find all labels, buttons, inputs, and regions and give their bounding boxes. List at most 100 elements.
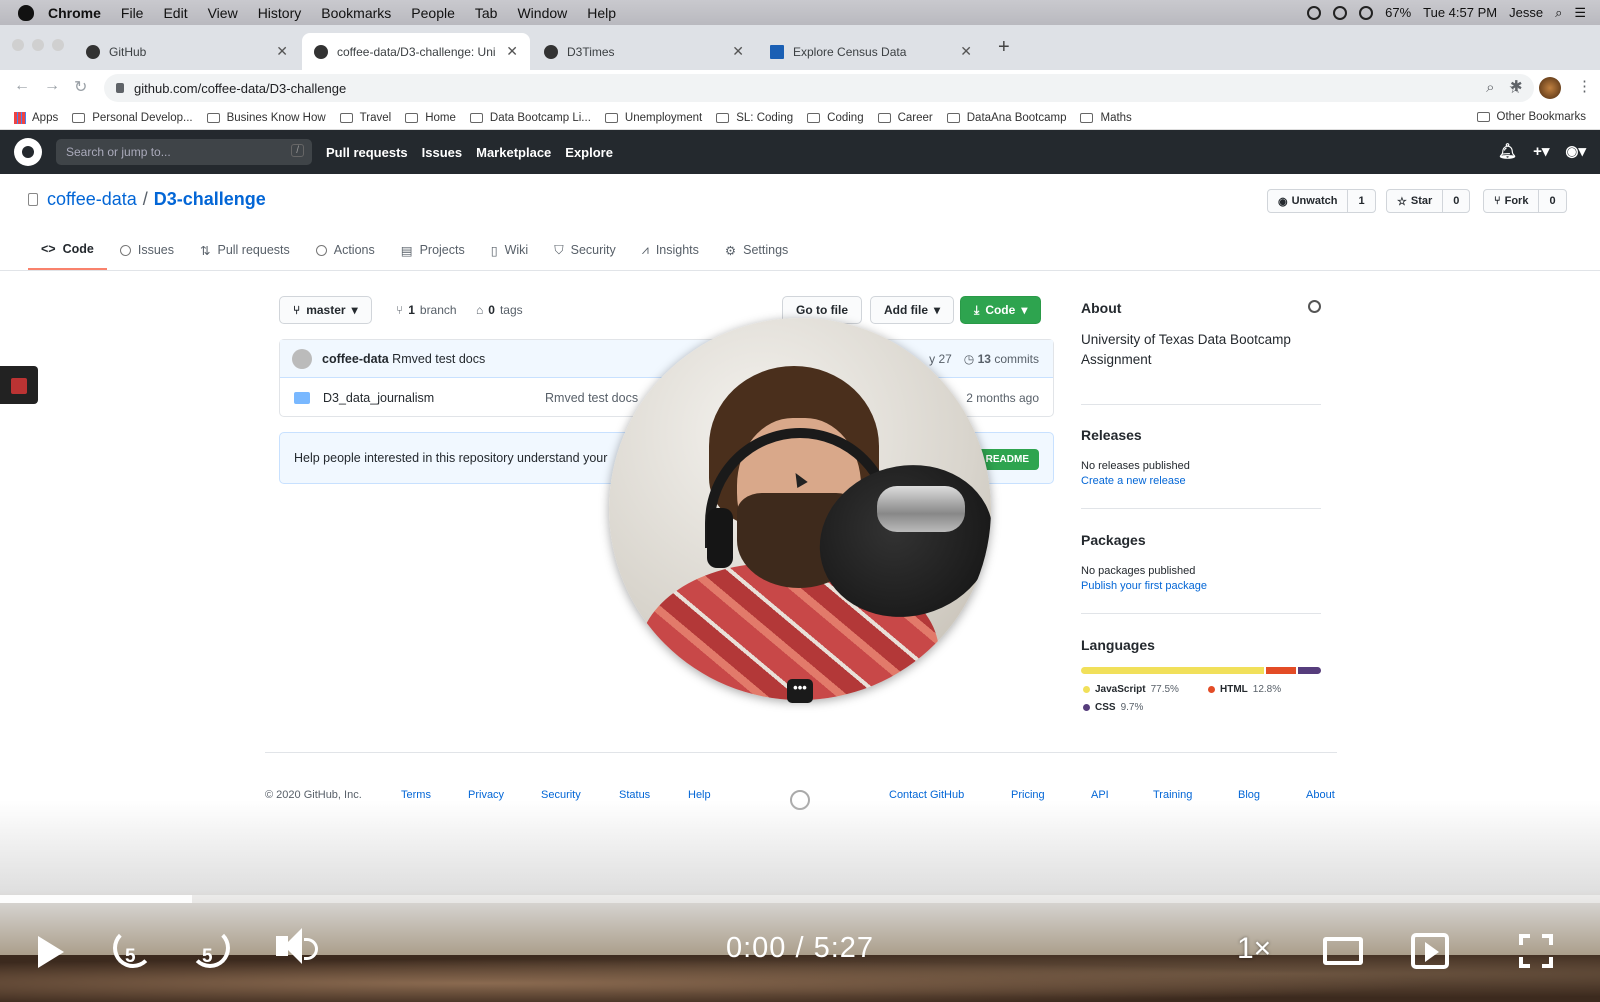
fork-count[interactable]: 0 [1539,195,1565,207]
extensions-icon[interactable]: ✱ [1510,77,1523,95]
menu-history[interactable]: History [258,5,302,21]
create-release-link[interactable]: Create a new release [1081,475,1186,487]
tab-close-icon[interactable]: ✕ [506,43,518,60]
menu-file[interactable]: File [121,5,144,21]
chrome-menu-icon[interactable]: ⋮ [1577,77,1592,95]
tab-pull-requests[interactable]: ⇅ Pull requests [187,230,303,270]
bookmark-folder[interactable]: Coding [807,112,864,124]
commit-author[interactable]: coffee-data [322,352,389,366]
spotlight-icon[interactable]: ⌕ [1555,5,1562,21]
other-bookmarks[interactable]: Other Bookmarks [1476,111,1586,123]
tab-close-icon[interactable]: ✕ [960,43,972,60]
forward-icon[interactable]: → [44,77,60,95]
menu-clock[interactable]: Tue 4:57 PM [1423,5,1497,20]
menu-help[interactable]: Help [587,5,616,21]
window-zoom-button[interactable] [52,39,64,51]
battery-percent[interactable]: 67% [1385,5,1411,20]
commits-label[interactable]: commits [994,352,1039,366]
menu-edit[interactable]: Edit [163,5,187,21]
tab-close-icon[interactable]: ✕ [276,43,288,60]
commits-count[interactable]: 13 [978,352,991,366]
recording-stop-button[interactable] [0,366,38,404]
file-name-link[interactable]: D3_data_journalism [323,391,434,405]
video-progress-bar[interactable] [0,895,1600,903]
branches-link[interactable]: ⑂ 1 branch [396,303,457,317]
bookmark-folder[interactable]: SL: Coding [716,112,793,124]
watch-count[interactable]: 1 [1348,195,1374,207]
bookmark-folder[interactable]: DataAna Bootcamp [946,112,1066,124]
github-search-input[interactable]: Search or jump to... / [56,139,312,165]
lock-icon[interactable] [116,83,124,93]
bookmark-folder[interactable]: Unemployment [604,112,702,124]
tab-projects[interactable]: ▤ Projects [388,230,478,270]
releases-heading[interactable]: Releases [1081,427,1142,443]
bookmark-apps[interactable]: Apps [14,111,58,124]
user-avatar-dropdown[interactable]: ◉▾ [1565,142,1586,160]
playlist-icon[interactable] [1411,933,1449,969]
zoom-icon[interactable]: ⌕ [1486,79,1494,97]
new-tab-button[interactable]: + [998,36,1010,59]
code-download-button[interactable]: ⤓ Code ▾ [960,296,1042,324]
notification-center-icon[interactable]: ☰ [1574,5,1586,21]
publish-package-link[interactable]: Publish your first package [1081,580,1207,592]
fullscreen-icon[interactable] [1519,934,1553,968]
file-commit-message[interactable]: Rmved test docs [545,391,638,405]
menu-bookmarks[interactable]: Bookmarks [321,5,391,21]
tab-actions[interactable]: Actions [303,230,388,270]
nav-explore[interactable]: Explore [565,145,613,160]
tags-link[interactable]: ⌂ 0 tags [476,303,523,317]
bookmark-folder[interactable]: Data Bootcamp Li... [469,112,591,124]
nav-marketplace[interactable]: Marketplace [476,145,551,160]
commit-message[interactable]: Rmved test docs [392,352,485,366]
back-icon[interactable]: ← [14,77,30,95]
menu-view[interactable]: View [208,5,238,21]
webcam-options-button[interactable]: ••• [787,679,813,703]
nav-issues[interactable]: Issues [422,145,462,160]
tab-issues[interactable]: Issues [107,230,187,270]
tab-d3times[interactable]: D3Times ✕ [532,33,756,70]
profile-avatar[interactable] [1539,77,1561,99]
plus-dropdown-icon[interactable]: +▾ [1533,142,1549,160]
window-minimize-button[interactable] [32,39,44,51]
branch-select-button[interactable]: ⑂ master ▾ [279,296,372,324]
tab-security[interactable]: ⛉ Security [541,230,629,270]
window-close-button[interactable] [12,39,24,51]
tab-code[interactable]: <> Code [28,230,107,270]
github-logo-icon[interactable] [14,138,42,166]
bookmark-folder[interactable]: Career [877,112,933,124]
url-text[interactable]: github.com/coffee-data/D3-challenge [134,81,346,96]
packages-heading[interactable]: Packages [1081,532,1146,548]
language-html[interactable]: HTML 12.8% [1208,684,1281,695]
wifi-icon[interactable] [1359,5,1374,20]
language-css[interactable]: CSS 9.7% [1083,702,1143,713]
status-icon-b[interactable] [1333,5,1348,20]
repo-owner-link[interactable]: coffee-data [47,189,137,210]
bookmark-folder[interactable]: Travel [339,112,391,124]
bookmark-folder[interactable]: Personal Develop... [72,112,193,124]
reload-icon[interactable]: ↻ [74,77,87,97]
menu-people[interactable]: People [411,5,455,21]
fork-button[interactable]: ⑂ Fork 0 [1483,189,1567,213]
repo-name-link[interactable]: D3-challenge [154,189,266,210]
bell-icon[interactable]: 🔔︎ [1498,142,1517,160]
status-icon-a[interactable] [1307,5,1322,20]
nav-pull-requests[interactable]: Pull requests [326,145,408,160]
tab-close-icon[interactable]: ✕ [732,43,744,60]
bookmark-folder[interactable]: Busines Know How [206,112,326,124]
apple-icon[interactable] [18,4,34,21]
menu-window[interactable]: Window [517,5,567,21]
language-javascript[interactable]: JavaScript 77.5% [1083,684,1179,695]
commit-author-avatar[interactable] [292,348,312,369]
address-bar[interactable]: github.com/coffee-data/D3-challenge ⌕ ☆ [104,74,1534,102]
gear-icon[interactable] [1308,300,1321,313]
menu-app-chrome[interactable]: Chrome [48,5,101,21]
theater-mode-icon[interactable] [1323,937,1363,965]
menu-user[interactable]: Jesse [1509,5,1543,20]
bookmark-folder[interactable]: Home [405,112,456,124]
tab-settings[interactable]: ⚙ Settings [712,230,801,270]
webcam-bubble[interactable] [609,318,991,700]
add-file-button[interactable]: Add file ▾ [870,296,955,324]
star-count[interactable]: 0 [1443,195,1469,207]
bookmark-folder[interactable]: Maths [1080,112,1132,124]
star-button[interactable]: ☆ Star 0 [1386,189,1471,213]
